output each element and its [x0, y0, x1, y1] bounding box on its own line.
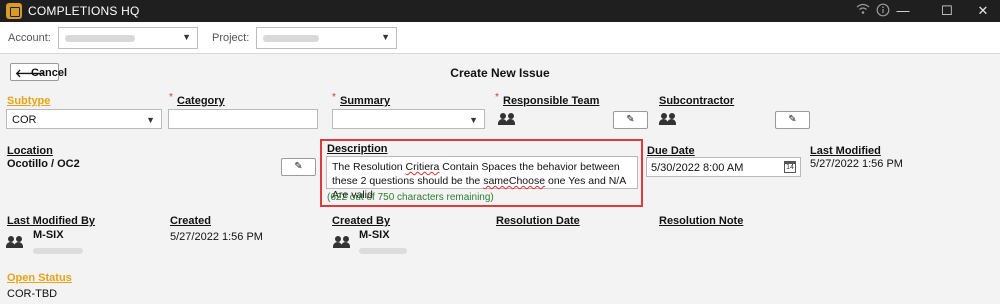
last-modified-by-label: Last Modified By [7, 215, 96, 227]
edit-subcontractor-button[interactable]: ✎ [775, 111, 810, 129]
created-value: 5/27/2022 1:56 PM [170, 231, 263, 243]
last-modified-by-name-redacted [33, 248, 83, 254]
created-by-value: M-SIX [359, 229, 390, 241]
close-button[interactable]: ✕ [960, 0, 1000, 22]
last-modified-by-value: M-SIX [33, 229, 64, 241]
pencil-icon: ✎ [788, 114, 797, 125]
summary-select[interactable]: ▼ [332, 109, 485, 129]
chevron-down-icon: ▼ [146, 115, 155, 125]
due-date-label: Due Date [647, 145, 695, 157]
description-label: Description [327, 143, 388, 155]
description-text: The Resolution [332, 161, 406, 173]
wifi-icon [856, 3, 870, 18]
location-value: Ocotillo / OC2 [7, 158, 80, 170]
chevron-down-icon: ▼ [381, 32, 390, 42]
open-status-label: Open Status [7, 272, 72, 284]
app-title: COMPLETIONS HQ [28, 4, 140, 18]
location-label: Location [7, 145, 53, 157]
summary-label: Summary [340, 95, 391, 107]
page-title: Create New Issue [450, 66, 550, 80]
project-select[interactable]: ▼ [256, 27, 397, 49]
subcontractor-label: Subcontractor [659, 95, 735, 107]
responsible-team-label: Responsible Team [503, 95, 600, 107]
edit-location-button[interactable]: ✎ [281, 158, 316, 176]
project-value-redacted [263, 35, 319, 42]
account-label: Account: [8, 32, 51, 44]
completions-logo-icon [6, 3, 22, 19]
due-date-value: 5/30/2022 8:00 AM [651, 162, 744, 174]
spelling-error: Critiera [405, 161, 440, 173]
resolution-note-label: Resolution Note [659, 215, 744, 227]
people-icon [659, 113, 677, 125]
people-icon [498, 113, 516, 125]
account-select[interactable]: ▼ [58, 27, 198, 49]
spelling-error: sameChoose [483, 175, 546, 187]
created-label: Created [170, 215, 211, 227]
required-marker: * [169, 92, 173, 103]
edit-responsible-team-button[interactable]: ✎ [613, 111, 648, 129]
people-icon [333, 236, 351, 248]
open-status-value: COR-TBD [7, 288, 58, 300]
due-date-input[interactable]: 5/30/2022 8:00 AM 14 [646, 157, 801, 177]
required-marker: * [332, 92, 336, 103]
created-by-label: Created By [332, 215, 391, 227]
description-textarea[interactable]: The Resolution Critiera Contain Spaces t… [326, 156, 638, 201]
minimize-button[interactable]: — [880, 0, 926, 22]
created-by-name-redacted [359, 248, 407, 254]
category-select[interactable] [168, 109, 318, 129]
required-marker: * [495, 92, 499, 103]
resolution-date-label: Resolution Date [496, 215, 580, 227]
subtype-label: Subtype [7, 95, 51, 107]
filter-bar: Account: ▼ Project: ▼ [0, 22, 1000, 54]
subtype-select[interactable]: COR ▼ [6, 109, 162, 129]
account-value-redacted [65, 35, 135, 42]
chevron-down-icon: ▼ [182, 32, 191, 42]
category-label: Category [177, 95, 225, 107]
project-label: Project: [212, 32, 250, 44]
pencil-icon: ✎ [626, 114, 635, 125]
calendar-icon[interactable]: 14 [784, 161, 796, 173]
title-bar: COMPLETIONS HQ — ☐ ✕ [0, 0, 1000, 22]
subtype-value: COR [12, 114, 37, 126]
chevron-down-icon: ▼ [469, 115, 478, 125]
description-highlight: Description The Resolution Critiera Cont… [320, 139, 643, 207]
characters-remaining: (622 out of 750 characters remaining) [327, 192, 494, 203]
last-modified-label: Last Modified [810, 145, 881, 157]
pencil-icon: ✎ [294, 161, 303, 172]
last-modified-value: 5/27/2022 1:56 PM [810, 158, 903, 170]
people-icon [6, 236, 24, 248]
